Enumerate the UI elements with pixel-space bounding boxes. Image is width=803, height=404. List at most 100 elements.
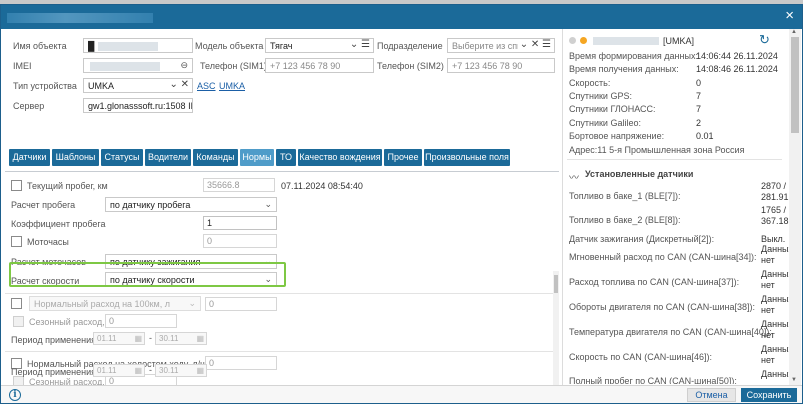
- cancel-button[interactable]: Отмена: [687, 388, 736, 402]
- server-input[interactable]: gw1.glonasssoft.ru:1508 IP: [83, 98, 193, 113]
- seasonal-input[interactable]: 0: [105, 314, 177, 328]
- object-name-input[interactable]: █: [83, 38, 193, 53]
- object-edit-dialog: × Имя объекта █ Модель объекта Тягач ⌄ ☰…: [0, 4, 803, 404]
- phone2-input[interactable]: +7 123 456 78 90: [447, 58, 555, 73]
- formed-value: 14:06:44 26.11.2024: [696, 51, 778, 61]
- current-mileage-label: Текущий пробег, км: [27, 181, 108, 191]
- asc-link[interactable]: ASC: [197, 81, 216, 91]
- tab-templates[interactable]: Шаблоны: [52, 149, 99, 166]
- subdivision-tools[interactable]: ⌄ ✕ ☰: [517, 39, 551, 50]
- tab-norms[interactable]: Нормы: [240, 149, 274, 166]
- status-panel: [UMKA] ↻ Время формирования данных: 14:0…: [562, 29, 794, 387]
- object-name-label: Имя объекта: [13, 41, 67, 51]
- sensor-value: Данных нет: [761, 294, 794, 315]
- sensor-name: Расход топлива по CAN (CAN-шина[37]):: [569, 277, 740, 287]
- device-badge: [UMKA]: [663, 36, 695, 46]
- tab-maintenance[interactable]: ТО: [276, 149, 296, 166]
- tab-statuses[interactable]: Статусы: [101, 149, 143, 166]
- model-select[interactable]: Тягач ⌄ ☰: [265, 38, 374, 53]
- tab-custom-fields[interactable]: Произвольные поля: [424, 149, 510, 166]
- normal-consumption-checkbox[interactable]: [11, 298, 22, 309]
- received-label: Время получения данных:: [569, 64, 679, 74]
- status-dot-orange: [580, 37, 587, 44]
- device-type-tools[interactable]: ⌄ ✕: [169, 79, 189, 90]
- period-to-input[interactable]: 30.11 ▦: [155, 332, 207, 345]
- imei-input[interactable]: ⊖: [83, 58, 193, 73]
- save-button[interactable]: Сохранить: [741, 388, 797, 402]
- link-icon[interactable]: ⊖: [180, 60, 188, 71]
- sensor-name: Топливо в баке_2 (BLE[8]):: [569, 215, 681, 225]
- info-icon[interactable]: i: [9, 389, 21, 401]
- dialog-footer: i Отмена Сохранить: [1, 385, 802, 403]
- mileage-coef-label: Коэффициент пробега: [11, 219, 106, 229]
- model-label: Модель объекта: [195, 41, 264, 51]
- device-type-label: Тип устройства: [13, 81, 77, 91]
- scroll-up-icon[interactable]: ▲: [791, 29, 797, 35]
- mileage-coef-input[interactable]: 1: [203, 216, 277, 230]
- period-from-input[interactable]: 01.11 ▦: [93, 332, 145, 345]
- sensor-name: Обороты двигателя по CAN (CAN-шина[38]):: [569, 302, 755, 312]
- formed-label: Время формирования данных:: [569, 51, 698, 61]
- sensor-value: Выкл.: [761, 234, 786, 244]
- subdivision-label: Подразделение: [377, 41, 443, 51]
- device-type-select[interactable]: UMKA ⌄ ✕: [83, 78, 193, 93]
- model-select-tools[interactable]: ⌄ ☰: [350, 39, 370, 50]
- mileage-calc-select[interactable]: по датчику пробега ⌄: [105, 197, 277, 212]
- tab-driving-quality[interactable]: Качество вождения: [298, 149, 382, 166]
- gps-label: Спутники GPS:: [569, 91, 632, 101]
- current-mileage-date: 07.11.2024 08:54:40: [281, 181, 363, 191]
- close-icon[interactable]: ×: [785, 8, 794, 24]
- moto-input[interactable]: 0: [203, 234, 277, 248]
- period2-from-input[interactable]: 01.11 ▦: [93, 364, 145, 377]
- refresh-icon[interactable]: ↻: [759, 32, 770, 48]
- current-mileage-checkbox[interactable]: [11, 180, 22, 191]
- imei-label: IMEI: [13, 61, 32, 71]
- calendar-icon: ▦: [196, 366, 204, 375]
- status-scrollbar[interactable]: ▲ ▼: [789, 29, 801, 385]
- sensor-name: Полный пробег по CAN (CAN-шина[50]):: [569, 376, 737, 384]
- seasonal-label: Сезонный расход, л: [29, 317, 113, 327]
- seasonal-checkbox[interactable]: [13, 316, 24, 327]
- scroll-down-icon[interactable]: ▼: [791, 377, 797, 383]
- tab-commands[interactable]: Команды: [193, 149, 238, 166]
- glonass-value: 7: [696, 104, 702, 114]
- server-label: Сервер: [13, 101, 45, 111]
- calendar-icon: ▦: [196, 334, 204, 343]
- received-value: 14:08:46 26.11.2024: [696, 64, 778, 74]
- phone1-label: Телефон (SIM1): [200, 61, 267, 71]
- moto-checkbox[interactable]: [11, 236, 22, 247]
- phone1-input[interactable]: +7 123 456 78 90: [265, 58, 374, 73]
- sensor-name: Датчик зажигания (Дискретный[2]):: [569, 234, 715, 244]
- idle-input[interactable]: 0: [205, 356, 277, 370]
- period2-to-input[interactable]: 30.11 ▦: [155, 364, 207, 377]
- tab-other[interactable]: Прочее: [384, 149, 422, 166]
- sensor-value: Данных нет: [761, 244, 794, 265]
- sensor-value: 2870 / 281.91: [761, 181, 789, 202]
- speed-value: 0: [696, 78, 702, 88]
- dialog-title-redacted: [7, 13, 153, 23]
- normal-consumption-input[interactable]: 0: [205, 297, 277, 311]
- subdivision-select[interactable]: Выберите из спис ⌄ ✕ ☰: [447, 38, 555, 53]
- phone2-label: Телефон (SIM2): [377, 61, 444, 71]
- umka-link[interactable]: UMKA: [219, 81, 245, 91]
- galileo-value: 2: [696, 118, 702, 128]
- sensor-value: Данных нет: [761, 344, 794, 365]
- sensor-name: Температура двигателя по CAN (CAN-шина[4…: [569, 327, 772, 337]
- sensor-name: Мгновенный расход по CAN (CAN-шина[34]):: [569, 252, 757, 262]
- sensor-value: 1765 / 367.18: [761, 205, 789, 226]
- voltage-value: 0.01: [696, 131, 714, 141]
- tab-sensors[interactable]: Датчики: [9, 149, 50, 166]
- tab-drivers[interactable]: Водители: [145, 149, 191, 166]
- object-form: Имя объекта █ Модель объекта Тягач ⌄ ☰ П…: [5, 33, 559, 388]
- voltage-label: Бортовое напряжение:: [569, 131, 665, 141]
- pulse-icon: 〰: [569, 173, 579, 184]
- calendar-icon: ▦: [134, 366, 142, 375]
- form-scrollbar[interactable]: [553, 271, 559, 385]
- gps-value: 7: [696, 91, 702, 101]
- highlight-frame: [9, 262, 286, 287]
- moto-label: Моточасы: [27, 237, 69, 247]
- chevron-down-icon: ⌄: [188, 298, 196, 308]
- current-mileage-input[interactable]: 35666.8: [203, 178, 275, 192]
- normal-consumption-select[interactable]: Нормальный расход на 100км, л ⌄: [29, 296, 201, 311]
- glonass-label: Спутники ГЛОНАСС:: [569, 104, 656, 114]
